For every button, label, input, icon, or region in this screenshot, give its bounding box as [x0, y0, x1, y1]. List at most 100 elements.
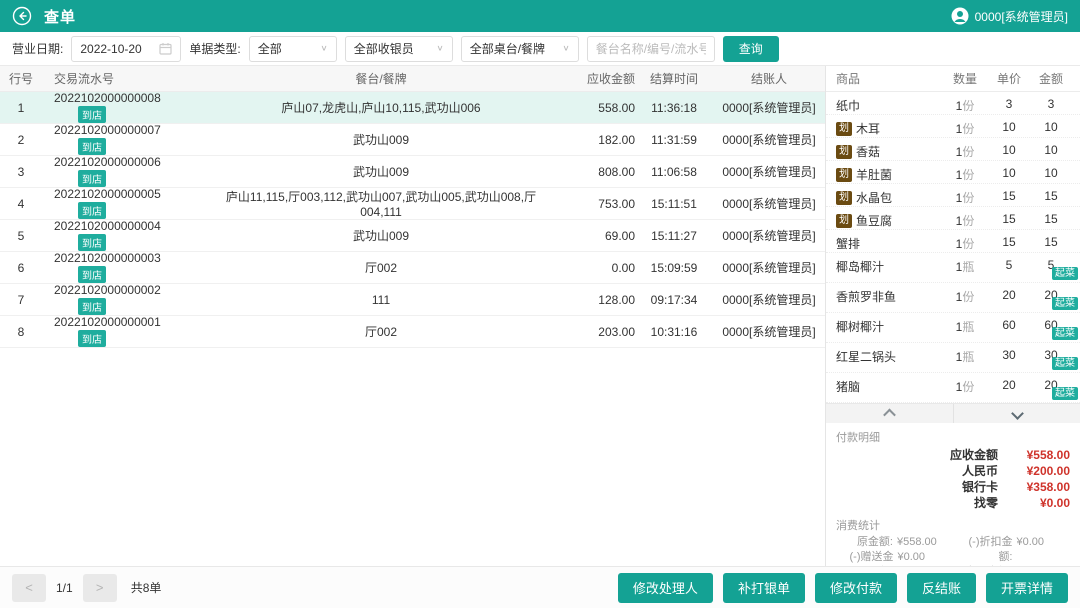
- list-item[interactable]: 红星二锅头1瓶3030起菜: [826, 343, 1080, 373]
- visit-type-badge: 到店: [78, 298, 106, 315]
- table-row[interactable]: 72022102000000002到店111128.0009:17:340000…: [0, 284, 825, 316]
- page-title: 查单: [44, 6, 76, 27]
- list-item[interactable]: 划水晶包1份1515: [826, 184, 1080, 207]
- order-type-select[interactable]: 全部 ∨: [249, 36, 337, 62]
- table-row[interactable]: 42022102000000005到店庐山11,115,厅003,112,武功山…: [0, 188, 825, 220]
- modify-handler-button[interactable]: 修改处理人: [618, 573, 713, 603]
- order-serial-badge-line: 到店: [54, 169, 212, 187]
- back-icon[interactable]: [12, 6, 32, 26]
- item-name-cell: 划水晶包: [826, 189, 942, 206]
- invoice-details-button[interactable]: 开票详情: [986, 573, 1068, 603]
- payment-details-section: 付款明细 应收金额¥558.00人民币¥200.00银行卡¥358.00找零¥0…: [826, 423, 1080, 515]
- total-orders-label: 共8单: [131, 579, 162, 596]
- hua-badge: 划: [836, 168, 852, 182]
- order-row-no: 6: [0, 261, 42, 275]
- payment-label: 银行卡: [962, 479, 998, 495]
- user-account[interactable]: 0000[系统管理员]: [951, 7, 1068, 25]
- order-time: 11:36:18: [635, 101, 713, 115]
- prev-page-button[interactable]: <: [12, 574, 46, 602]
- list-item[interactable]: 香煎罗非鱼1份2020起菜: [826, 283, 1080, 313]
- table-row[interactable]: 12022102000000008到店庐山07,龙虎山,庐山10,115,武功山…: [0, 92, 825, 124]
- list-item[interactable]: 纸巾1份33: [826, 92, 1080, 115]
- item-name-cell: 划鱼豆腐: [826, 212, 942, 229]
- payment-value: ¥358.00: [998, 479, 1070, 495]
- search-input[interactable]: [587, 36, 715, 62]
- next-page-button[interactable]: >: [83, 574, 117, 602]
- order-serial-badge-line: 到店: [54, 265, 212, 283]
- list-item[interactable]: 划鱼豆腐1份1515: [826, 207, 1080, 230]
- item-price: 30: [988, 348, 1030, 362]
- list-item[interactable]: 蟹排1份1515: [826, 230, 1080, 253]
- reverse-settlement-button[interactable]: 反结账: [907, 573, 976, 603]
- order-serial-badge-line: 到店: [54, 297, 212, 315]
- chevron-down-icon: [1011, 407, 1024, 420]
- item-qty: 1瓶: [942, 348, 988, 365]
- order-serial-badge-line: 到店: [54, 329, 212, 347]
- order-serial-cell: 2022102000000008到店: [42, 92, 212, 123]
- order-row-no: 2: [0, 133, 42, 147]
- query-button[interactable]: 查询: [723, 36, 779, 62]
- list-item[interactable]: 划木耳1份1010: [826, 115, 1080, 138]
- order-time: 09:17:34: [635, 293, 713, 307]
- cashier-value: 全部收银员: [354, 40, 414, 57]
- scroll-up-button[interactable]: [826, 404, 953, 423]
- order-table-name: 庐山11,115,厅003,112,武功山007,武功山005,武功山008,厅…: [212, 188, 550, 219]
- item-price: 15: [988, 212, 1030, 226]
- order-amount: 128.00: [550, 293, 635, 307]
- order-serial: 2022102000000003: [54, 252, 212, 265]
- table-select[interactable]: 全部桌台/餐牌 ∨: [461, 36, 579, 62]
- order-detail-panel: 商品 数量 单价 金额 纸巾1份33划木耳1份1010划香菇1份1010划羊肚菌…: [825, 66, 1080, 566]
- table-row[interactable]: 32022102000000006到店武功山009808.0011:06:580…: [0, 156, 825, 188]
- order-cashier: 0000[系统管理员]: [713, 131, 825, 148]
- item-qty: 1份: [942, 235, 988, 252]
- list-item[interactable]: 椰树椰汁1瓶6060起菜: [826, 313, 1080, 343]
- order-serial-cell: 2022102000000005到店: [42, 188, 212, 219]
- col-row-no: 行号: [0, 70, 42, 87]
- payment-label: 找零: [974, 495, 998, 511]
- table-row[interactable]: 52022102000000004到店武功山00969.0015:11:2700…: [0, 220, 825, 252]
- order-amount: 808.00: [550, 165, 635, 179]
- visit-type-badge: 到店: [78, 266, 106, 283]
- item-amount: 15: [1030, 212, 1080, 226]
- list-item[interactable]: 划香菇1份1010: [826, 138, 1080, 161]
- reprint-bill-button[interactable]: 补打银单: [723, 573, 805, 603]
- item-name: 椰岛椰汁: [836, 258, 884, 275]
- table-row[interactable]: 62022102000000003到店厅0020.0015:09:590000[…: [0, 252, 825, 284]
- order-type-value: 全部: [258, 40, 282, 57]
- order-amount: 182.00: [550, 133, 635, 147]
- list-item[interactable]: 猪脑1份2020起菜: [826, 373, 1080, 403]
- list-item[interactable]: 椰岛椰汁1瓶55起菜: [826, 253, 1080, 283]
- order-serial: 2022102000000007: [54, 124, 212, 137]
- item-name: 猪脑: [836, 378, 860, 395]
- order-time: 11:06:58: [635, 165, 713, 179]
- item-qty: 1份: [942, 120, 988, 137]
- order-cashier: 0000[系统管理员]: [713, 99, 825, 116]
- order-amount: 558.00: [550, 101, 635, 115]
- visit-type-badge: 到店: [78, 106, 106, 123]
- col-time: 结算时间: [635, 70, 713, 87]
- business-date-input[interactable]: 2022-10-20: [71, 36, 181, 62]
- stat-value: ¥558.00: [893, 535, 951, 550]
- avatar-icon: [951, 7, 969, 25]
- item-qty: 1份: [942, 166, 988, 183]
- col-serial: 交易流水号: [42, 70, 212, 87]
- order-cashier: 0000[系统管理员]: [713, 259, 825, 276]
- payment-label: 人民币: [962, 463, 998, 479]
- item-name: 椰树椰汁: [836, 318, 884, 335]
- payment-section-label: 付款明细: [836, 429, 1070, 445]
- item-name: 水晶包: [856, 189, 892, 206]
- order-cashier: 0000[系统管理员]: [713, 227, 825, 244]
- payment-value: ¥0.00: [998, 495, 1070, 511]
- scroll-down-button[interactable]: [953, 404, 1080, 423]
- item-amount: 15: [1030, 235, 1080, 249]
- order-row-no: 5: [0, 229, 42, 243]
- cashier-select[interactable]: 全部收银员 ∨: [345, 36, 453, 62]
- table-row[interactable]: 82022102000000001到店厅002203.0010:31:16000…: [0, 316, 825, 348]
- item-name-cell: 红星二锅头: [826, 348, 942, 365]
- order-row-no: 3: [0, 165, 42, 179]
- item-unit: 份: [962, 99, 974, 113]
- modify-payment-button[interactable]: 修改付款: [815, 573, 897, 603]
- table-row[interactable]: 22022102000000007到店武功山009182.0011:31:590…: [0, 124, 825, 156]
- list-item[interactable]: 划羊肚菌1份1010: [826, 161, 1080, 184]
- item-amount: 10: [1030, 143, 1080, 157]
